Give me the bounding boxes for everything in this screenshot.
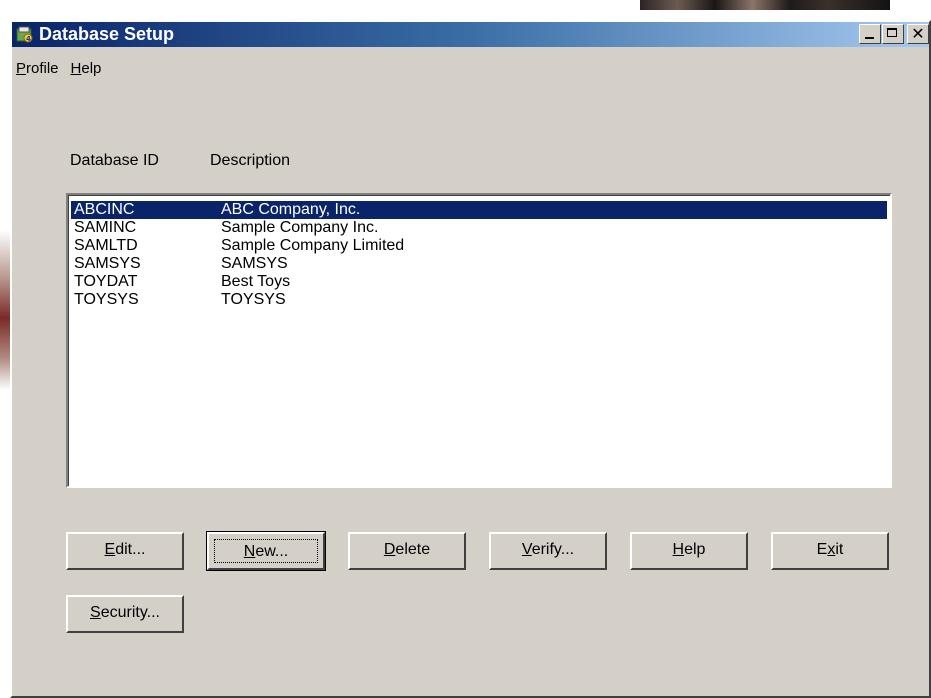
column-header-database-id: Database ID: [70, 152, 159, 169]
svg-text:4: 4: [26, 35, 31, 43]
window-title: Database Setup: [39, 24, 175, 44]
edit-button[interactable]: Edit...: [66, 532, 184, 570]
minimize-button[interactable]: [859, 24, 881, 44]
list-item[interactable]: ABCINC ABC Company, Inc.: [71, 201, 887, 219]
exit-button[interactable]: Exit: [771, 532, 889, 570]
list-item-description: Sample Company Inc.: [221, 219, 379, 236]
delete-button[interactable]: Delete: [348, 532, 466, 570]
menu-bar: Profile Help: [12, 60, 109, 82]
security-button[interactable]: Security...: [66, 595, 184, 633]
database-setup-window: 4 Database Setup ✕ Profile Help Database…: [10, 20, 931, 698]
title-bar[interactable]: 4 Database Setup ✕: [12, 22, 929, 47]
list-item-description: SAMSYS: [221, 255, 288, 272]
list-item[interactable]: SAMLTD Sample Company Limited: [71, 237, 887, 255]
list-item[interactable]: SAMINC Sample Company Inc.: [71, 219, 887, 237]
list-item-id: SAMSYS: [74, 255, 141, 272]
list-item[interactable]: SAMSYS SAMSYS: [71, 255, 887, 273]
menu-help[interactable]: Help: [67, 60, 108, 82]
list-item-description: Best Toys: [221, 273, 291, 290]
background-desktop: [0, 0, 931, 22]
list-item-id: SAMINC: [74, 219, 137, 236]
verify-button[interactable]: Verify...: [489, 532, 607, 570]
column-header-description: Description: [210, 152, 291, 169]
list-item-description: TOYSYS: [221, 291, 286, 308]
list-item-id: TOYDAT: [74, 273, 138, 290]
list-item-description: Sample Company Limited: [221, 237, 405, 254]
database-setup-app-icon[interactable]: 4: [16, 26, 34, 44]
list-item-id: ABCINC: [74, 201, 135, 218]
list-item-description: ABC Company, Inc.: [221, 201, 361, 218]
new-button[interactable]: New...: [206, 531, 326, 571]
focus-rectangle: New...: [214, 539, 318, 563]
close-button[interactable]: ✕: [907, 24, 929, 44]
database-listbox[interactable]: ABCINC ABC Company, Inc. SAMINC Sample C…: [66, 193, 892, 488]
help-button[interactable]: Help: [630, 532, 748, 570]
maximize-button[interactable]: [882, 24, 904, 44]
background-photo: [640, 0, 890, 10]
title-buttons: ✕: [858, 24, 929, 44]
menu-profile[interactable]: Profile: [12, 60, 65, 82]
list-item-id: SAMLTD: [74, 237, 138, 254]
list-item[interactable]: TOYDAT Best Toys: [71, 273, 887, 291]
list-item[interactable]: TOYSYS TOYSYS: [71, 291, 887, 309]
list-item-id: TOYSYS: [74, 291, 139, 308]
close-icon: ✕: [911, 24, 925, 43]
